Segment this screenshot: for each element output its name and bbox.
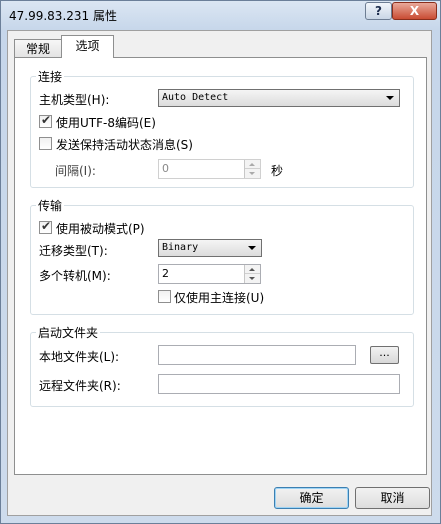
utf8-checkbox[interactable]: ✔: [39, 113, 52, 128]
utf8-label[interactable]: 使用UTF-8编码(E): [56, 114, 156, 131]
close-button[interactable]: X: [392, 2, 437, 20]
host-type-value: Auto Detect: [162, 92, 229, 103]
startup-folder-group: [30, 332, 414, 407]
tab-general[interactable]: 常规: [14, 39, 62, 57]
startup-folder-group-label: 启动文件夹: [36, 324, 101, 341]
connection-group-label: 连接: [36, 68, 65, 85]
interval-stepper[interactable]: 0: [158, 159, 261, 179]
interval-label: 间隔(I):: [55, 164, 96, 178]
spin-up-icon[interactable]: [245, 265, 260, 274]
host-type-select[interactable]: Auto Detect: [158, 89, 400, 107]
local-folder-label: 本地文件夹(L):: [39, 350, 120, 364]
ok-button[interactable]: 确定: [274, 487, 349, 509]
host-type-label: 主机类型(H):: [39, 93, 110, 107]
main-only-label[interactable]: 仅使用主连接(U): [174, 289, 264, 306]
checkmark-icon: ✔: [41, 113, 52, 127]
interval-stepper-buttons: [244, 160, 260, 178]
multi-conn-stepper-buttons: [244, 265, 260, 283]
keepalive-label[interactable]: 发送保持活动状态消息(S): [56, 136, 193, 153]
title-bar: 47.99.83.231 属性 ? X: [1, 1, 440, 29]
chevron-down-icon: [386, 96, 394, 100]
interval-value: 0: [162, 162, 169, 175]
multi-conn-stepper[interactable]: 2: [158, 264, 261, 284]
browse-button[interactable]: ...: [370, 346, 399, 364]
window-title: 47.99.83.231 属性: [9, 9, 117, 23]
main-only-checkbox[interactable]: [158, 290, 171, 303]
help-button[interactable]: ?: [365, 2, 392, 20]
local-folder-input[interactable]: [158, 345, 356, 365]
chevron-down-icon: [248, 246, 256, 250]
transfer-type-select[interactable]: Binary: [158, 239, 262, 257]
passive-label[interactable]: 使用被动模式(P): [56, 220, 145, 237]
cancel-button[interactable]: 取消: [355, 487, 430, 509]
remote-folder-input[interactable]: [158, 374, 400, 394]
remote-folder-label: 远程文件夹(R):: [39, 379, 121, 393]
tab-options[interactable]: 选项: [61, 35, 114, 58]
interval-unit: 秒: [271, 164, 284, 178]
keepalive-checkbox[interactable]: [39, 137, 52, 150]
checkmark-icon: ✔: [41, 219, 52, 233]
spin-down-icon[interactable]: [245, 169, 260, 178]
transfer-type-value: Binary: [162, 242, 199, 253]
spin-up-icon[interactable]: [245, 160, 260, 169]
transfer-type-label: 迁移类型(T):: [39, 244, 108, 258]
transfer-group-label: 传输: [36, 197, 65, 214]
passive-checkbox[interactable]: ✔: [39, 219, 52, 234]
multi-conn-value: 2: [162, 267, 169, 280]
multi-conn-label: 多个转机(M):: [39, 269, 111, 283]
spin-down-icon[interactable]: [245, 274, 260, 283]
